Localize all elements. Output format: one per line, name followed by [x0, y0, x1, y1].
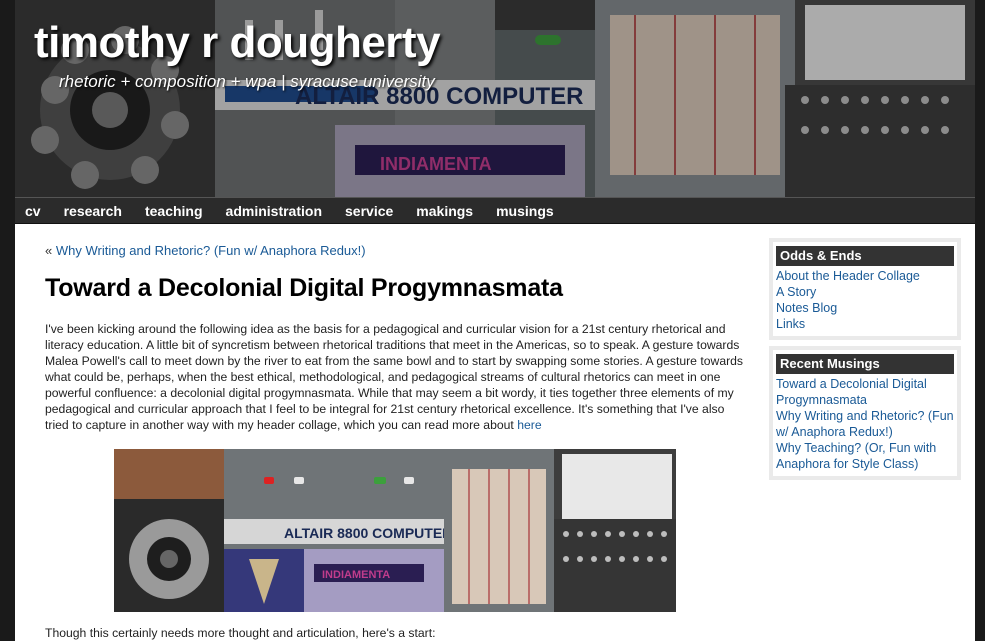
nav-item-makings[interactable]: makings: [416, 203, 473, 219]
previous-post-link[interactable]: Why Writing and Rhetoric? (Fun w/ Anapho…: [56, 243, 366, 258]
recent-post-link[interactable]: Toward a Decolonial Digital Progymnasmat…: [776, 377, 927, 407]
post-title: Toward a Decolonial Digital Progymnasmat…: [45, 274, 563, 302]
recent-post-link[interactable]: Why Writing and Rhetoric? (Fun w/ Anapho…: [776, 409, 954, 439]
post-collage-image: ALTAIR 8800 COMPUTER INDIAMENTA: [114, 449, 676, 612]
sidebar-item: Notes Blog: [776, 300, 954, 316]
about-header-collage-link[interactable]: About the Header Collage: [776, 269, 920, 283]
nav-item-cv[interactable]: cv: [25, 203, 41, 219]
sidebar-item: Links: [776, 316, 954, 332]
links-link[interactable]: Links: [776, 317, 805, 331]
here-link[interactable]: here: [517, 418, 541, 432]
post-collage-art: ALTAIR 8800 COMPUTER INDIAMENTA: [114, 449, 676, 612]
sidebar-item: About the Header Collage: [776, 268, 954, 284]
post-body-text: I've been kicking around the following i…: [45, 322, 744, 432]
recent-musings-heading: Recent Musings: [776, 354, 954, 374]
post-continuation-text: Though this certainly needs more thought…: [45, 626, 436, 640]
nav-item-administration[interactable]: administration: [226, 203, 322, 219]
sidebar-item: A Story: [776, 284, 954, 300]
notes-blog-link[interactable]: Notes Blog: [776, 301, 837, 315]
recent-musings-widget: Recent Musings Toward a Decolonial Digit…: [769, 346, 961, 480]
a-story-link[interactable]: A Story: [776, 285, 816, 299]
odds-and-ends-widget: Odds & Ends About the Header Collage A S…: [769, 238, 961, 340]
odds-and-ends-heading: Odds & Ends: [776, 246, 954, 266]
previous-arrow: «: [45, 243, 53, 258]
previous-post-nav: « Why Writing and Rhetoric? (Fun w/ Anap…: [45, 243, 750, 258]
main-content: « Why Writing and Rhetoric? (Fun w/ Anap…: [45, 243, 750, 640]
sidebar-item: Why Teaching? (Or, Fun with Anaphora for…: [776, 440, 954, 472]
nav-item-research[interactable]: research: [64, 203, 122, 219]
page-wrapper: ALTAIR 8800 COMPUTER INDIAMENTA timothy …: [15, 0, 975, 641]
site-tagline: rhetoric + composition + wpa | syracuse …: [59, 72, 435, 91]
sidebar-item: Why Writing and Rhetoric? (Fun w/ Anapho…: [776, 408, 954, 440]
collage-altair-label: ALTAIR 8800 COMPUTER: [284, 525, 452, 541]
main-nav: cv research teaching administration serv…: [15, 197, 975, 224]
nav-item-teaching[interactable]: teaching: [145, 203, 203, 219]
collage-indiamenta-label: INDIAMENTA: [322, 569, 390, 581]
site-title[interactable]: timothy r dougherty: [34, 18, 441, 68]
sidebar-item: Toward a Decolonial Digital Progymnasmat…: [776, 376, 954, 408]
post-body: I've been kicking around the following i…: [45, 321, 750, 433]
site-header: ALTAIR 8800 COMPUTER INDIAMENTA timothy …: [15, 0, 975, 197]
recent-post-link[interactable]: Why Teaching? (Or, Fun with Anaphora for…: [776, 441, 936, 471]
nav-item-service[interactable]: service: [345, 203, 393, 219]
nav-item-musings[interactable]: musings: [496, 203, 554, 219]
